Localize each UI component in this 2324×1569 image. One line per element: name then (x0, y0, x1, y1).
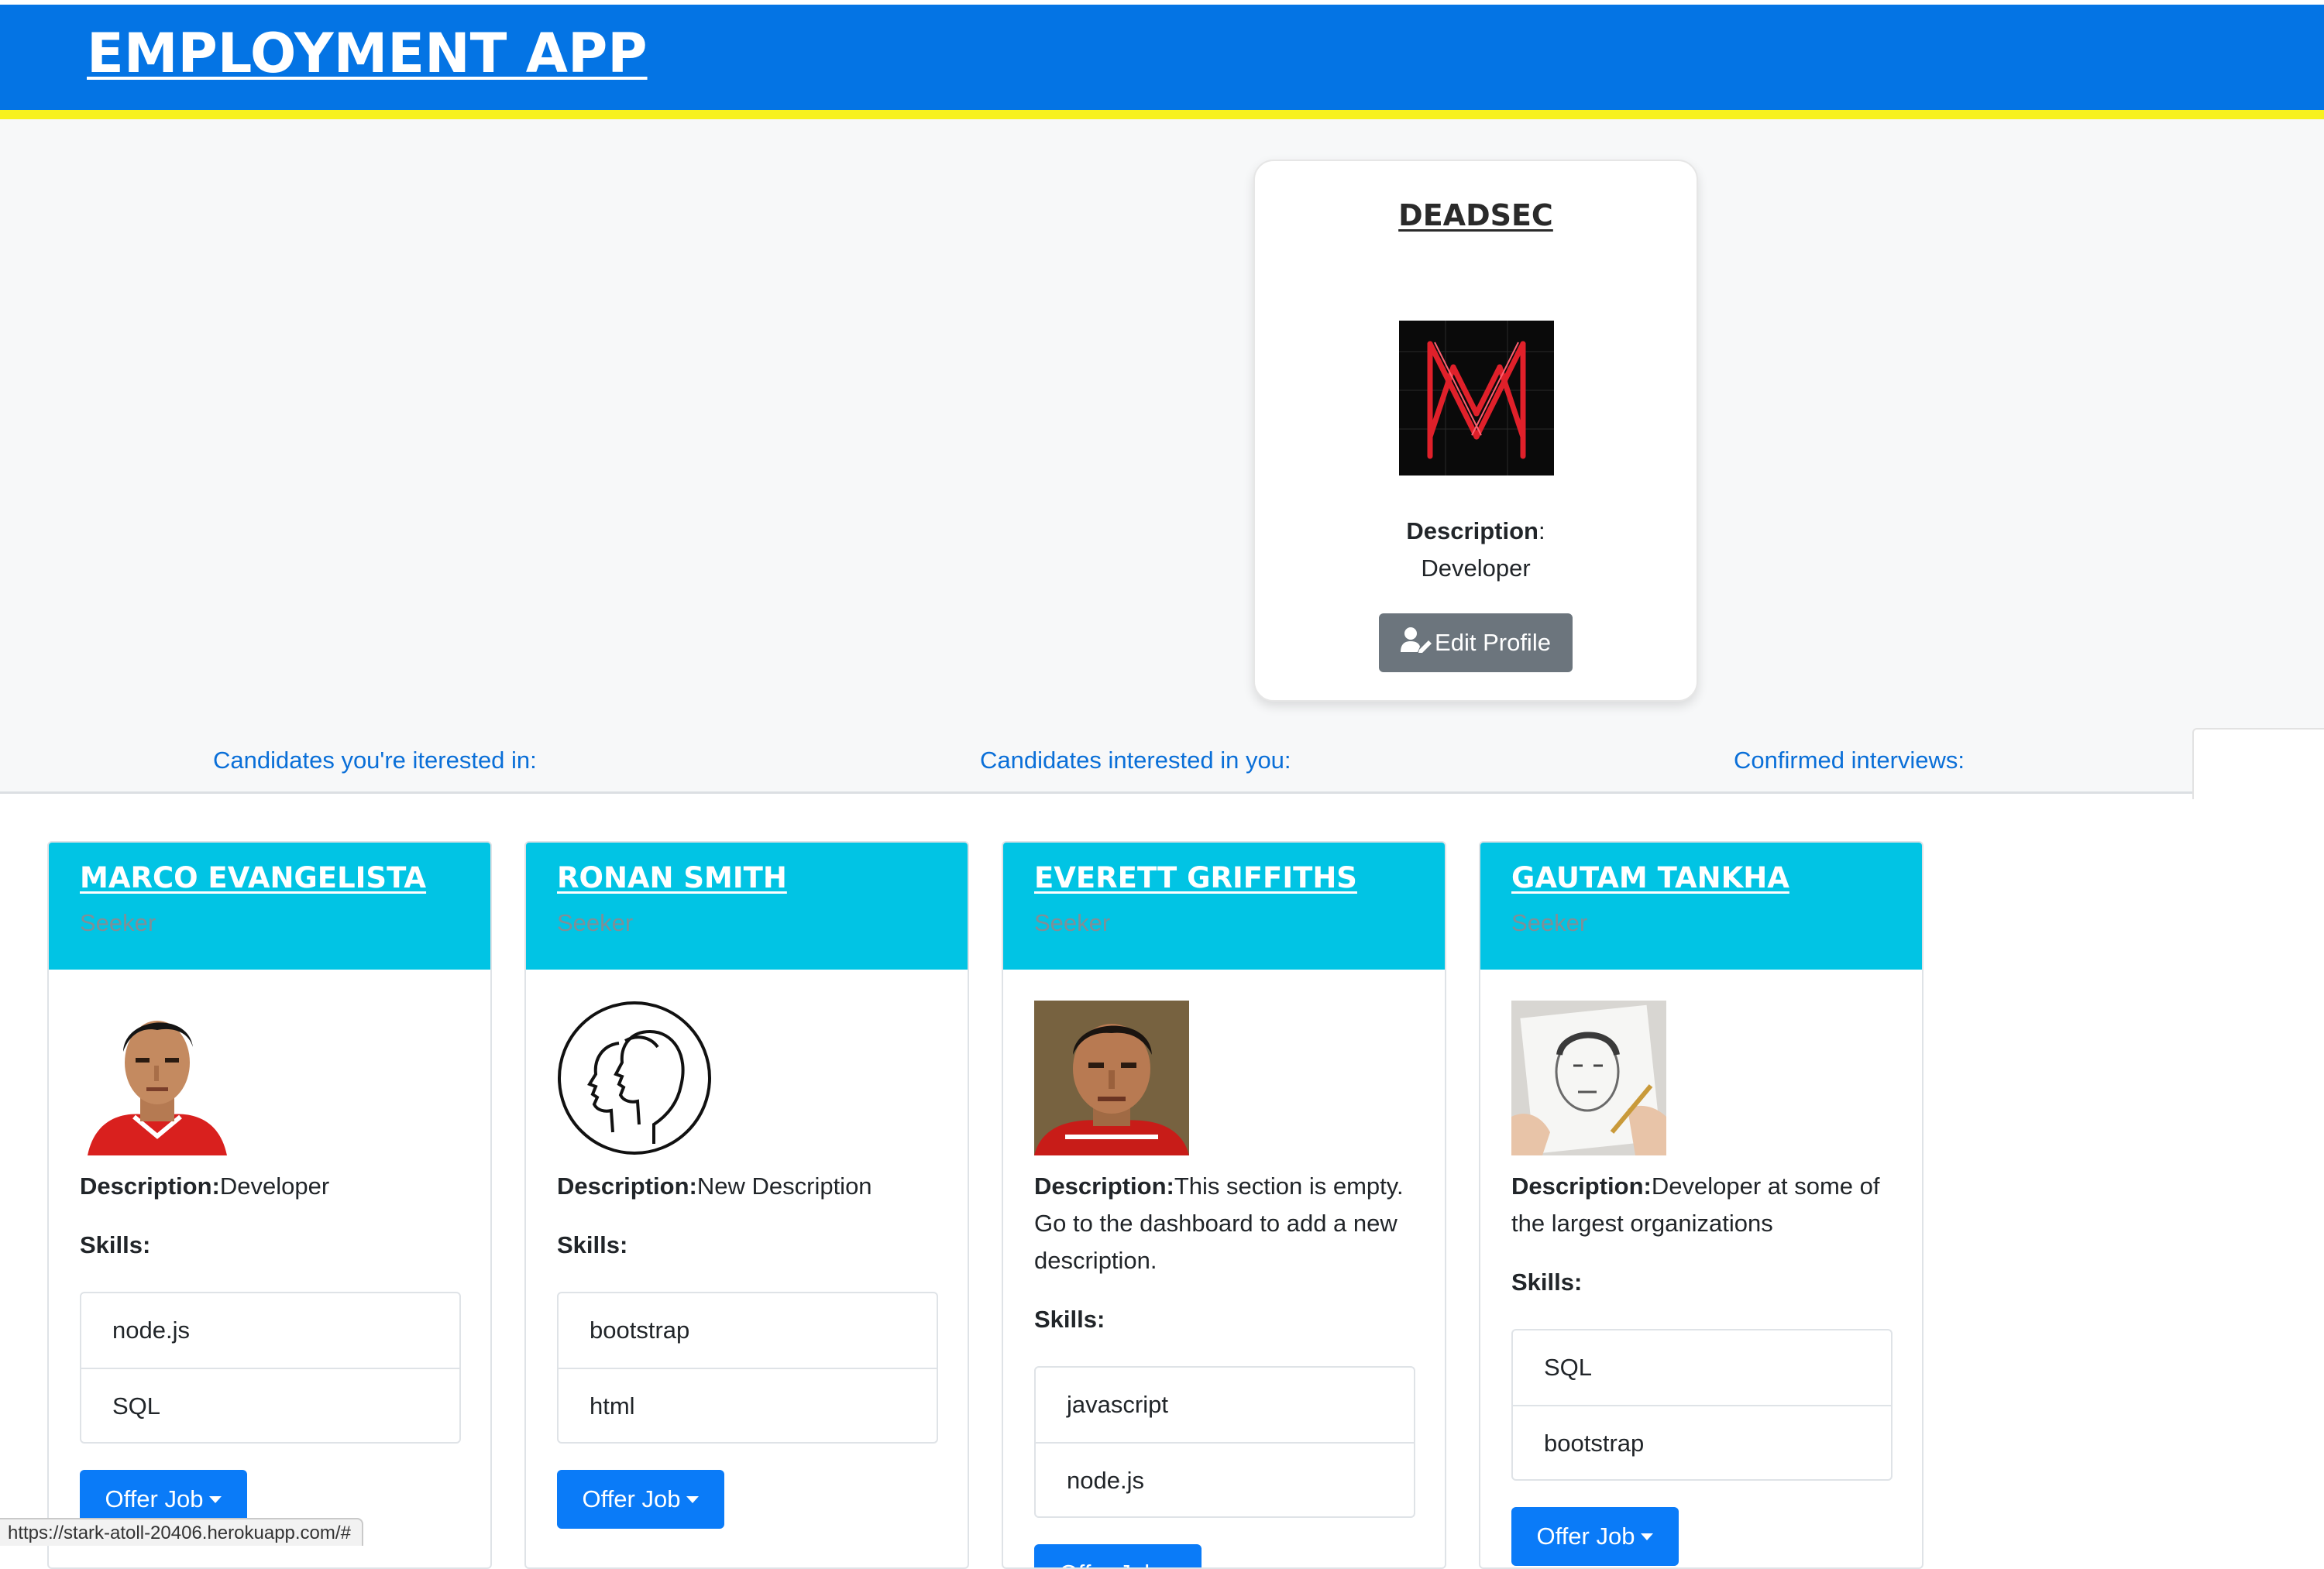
card-header: EVERETT GRIFFITHS Seeker (1003, 843, 1445, 970)
candidate-description: Description:Developer at some of the lar… (1511, 1172, 1880, 1237)
offer-job-label: Offer Job (105, 1485, 204, 1512)
edit-profile-button[interactable]: Edit Profile (1379, 613, 1573, 672)
candidate-name-link[interactable]: RONAN SMITH (557, 861, 787, 894)
skills-list: javascript node.js (1034, 1366, 1415, 1518)
caret-down-icon (1641, 1533, 1654, 1540)
card-header: RONAN SMITH Seeker (526, 843, 968, 970)
caret-down-icon (209, 1495, 222, 1503)
tabs-notch (2192, 728, 2324, 799)
skill-item: SQL (81, 1368, 459, 1442)
browser-status-url: https://stark-atoll-20406.herokuapp.com/… (0, 1518, 363, 1546)
profile-name: DEADSEC (1398, 198, 1553, 232)
offer-job-button[interactable]: Offer Job (1511, 1507, 1679, 1566)
skill-item: html (559, 1368, 937, 1442)
offer-job-label: Offer Job (1536, 1523, 1635, 1550)
app-title-link[interactable]: EMPLOYMENT APP (87, 22, 648, 85)
tab-confirmed-interviews[interactable]: Confirmed interviews: (1734, 747, 1965, 774)
candidate-card: GAUTAM TANKHA Seeker Description:Develop… (1479, 841, 1923, 1569)
deadsec-logo-icon (1399, 321, 1554, 476)
candidate-description: Description:New Description (557, 1172, 872, 1200)
candidate-name-link[interactable]: MARCO EVANGELISTA (80, 861, 426, 894)
caret-down-icon (686, 1495, 700, 1503)
two-faces-outline-icon (557, 1001, 712, 1155)
skill-item: javascript (1067, 1391, 1168, 1418)
skills-list: bootstrap html (557, 1292, 938, 1444)
card-header: MARCO EVANGELISTA Seeker (49, 843, 490, 970)
skill-item: node.js (112, 1317, 190, 1344)
skill-item: node.js (1036, 1442, 1414, 1516)
profile-description-label: Description: (1406, 517, 1545, 544)
candidate-card: EVERETT GRIFFITHS Seeker Description:Thi… (1002, 841, 1446, 1569)
pixel-racer-portrait-icon (80, 1001, 235, 1155)
offer-job-label: Offer Job (582, 1485, 681, 1512)
offer-job-label: Offer Job (1060, 1560, 1158, 1567)
top-navbar: EMPLOYMENT APP (0, 0, 2324, 110)
pencil-sketch-portrait-icon (1511, 1001, 1666, 1155)
candidate-name-link[interactable]: EVERETT GRIFFITHS (1034, 861, 1357, 894)
candidate-description: Description:This section is empty. Go to… (1034, 1172, 1404, 1274)
candidate-role: Seeker (1034, 909, 1111, 936)
tabs-divider (0, 791, 2192, 794)
navbar-accent-stripe (0, 110, 2324, 119)
skills-list: node.js SQL (80, 1292, 461, 1444)
candidate-card: RONAN SMITH Seeker Description:New Descr… (524, 841, 969, 1569)
profile-description-value: Developer (1421, 554, 1531, 582)
skills-label: Skills: (557, 1231, 628, 1258)
offer-job-button[interactable]: Offer Job (557, 1470, 724, 1529)
skills-label: Skills: (1511, 1269, 1583, 1296)
candidate-name-link[interactable]: GAUTAM TANKHA (1511, 861, 1789, 894)
user-edit-icon (1401, 627, 1435, 659)
skill-item: SQL (1544, 1354, 1593, 1381)
skills-list: SQL bootstrap (1511, 1329, 1893, 1481)
candidate-role: Seeker (1511, 909, 1588, 936)
candidate-card: MARCO EVANGELISTA Seeker Description:Dev… (47, 841, 492, 1569)
skills-label: Skills: (1034, 1306, 1105, 1333)
skill-item: bootstrap (590, 1317, 690, 1344)
edit-profile-label: Edit Profile (1435, 629, 1551, 656)
pixel-driver-portrait-icon (1034, 1001, 1189, 1155)
tab-candidates-you-are-interested-in[interactable]: Candidates you're iterested in: (213, 747, 537, 774)
tab-candidates-interested-in-you[interactable]: Candidates interested in you: (980, 747, 1291, 774)
profile-section (0, 119, 2324, 793)
candidate-role: Seeker (557, 909, 634, 936)
skills-label: Skills: (80, 1231, 151, 1258)
skill-item: bootstrap (1513, 1405, 1891, 1479)
offer-job-button[interactable]: Offer Job (1034, 1544, 1202, 1567)
candidate-role: Seeker (80, 909, 156, 936)
card-header: GAUTAM TANKHA Seeker (1480, 843, 1922, 970)
candidate-description: Description:Developer (80, 1172, 330, 1200)
profile-card: DEADSEC Description: Developer Edit Prof… (1253, 160, 1698, 702)
